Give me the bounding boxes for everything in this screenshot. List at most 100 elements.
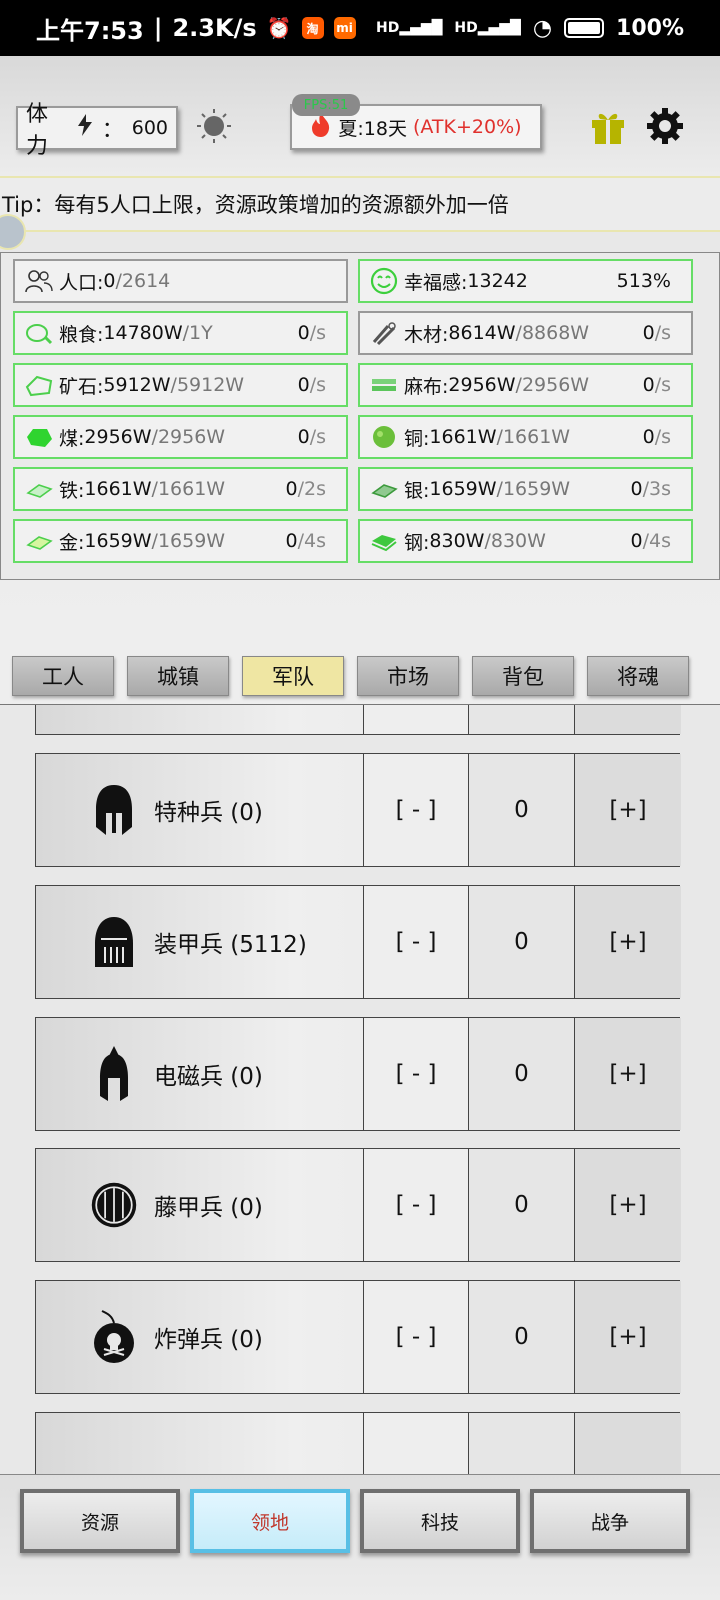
resource-wood[interactable]: 木材: 8614W/8868W 0/s (358, 311, 693, 355)
resource-ore[interactable]: 矿石: 5912W/5912W 0/s (13, 363, 348, 407)
resource-name: 麻布: (404, 375, 449, 398)
train-count: 0 (468, 1018, 574, 1130)
resource-panel: 人口: 0/2614 幸福感: 13242 513% 粮食: 14780W/1Y 0/s 木材:… (0, 252, 720, 580)
resource-name: 人口: (59, 271, 104, 294)
resource-food[interactable]: 粮食: 14780W/1Y 0/s (13, 311, 348, 355)
resource-cap: /2956W (515, 374, 590, 396)
army-row (35, 1412, 681, 1474)
unit-info[interactable] (36, 705, 363, 734)
food-icon (25, 319, 53, 347)
army-row: 藤甲兵 (0) [ - ] 0 [+] (35, 1148, 681, 1262)
tab-0[interactable]: 工人 (12, 656, 114, 696)
resource-value: 13242 (467, 270, 528, 292)
decrease-button[interactable]: [ - ] (363, 886, 468, 998)
resource-rate: 0/2s (285, 478, 326, 500)
unit-info[interactable]: 特种兵 (0) (36, 754, 363, 866)
decrease-button[interactable] (363, 705, 468, 734)
army-list[interactable]: 特种兵 (0)[ - ] 0 [+] 装甲兵 (5112)[ - ] 0 [+] 电磁兵 (… (0, 704, 720, 1474)
resource-name: 粮食: (59, 323, 104, 346)
tab-4[interactable]: 背包 (472, 656, 574, 696)
unit-info[interactable]: 炸弹兵 (0) (36, 1281, 363, 1393)
resource-cap: /5912W (170, 374, 245, 396)
increase-button[interactable]: [+] (574, 1149, 681, 1261)
wood-icon (370, 319, 398, 347)
train-count (468, 1413, 574, 1474)
resource-name: 矿石: (59, 375, 104, 398)
decrease-button[interactable]: [ - ] (363, 1281, 468, 1393)
resource-percent: 513% (616, 270, 671, 292)
ore-icon (25, 371, 53, 399)
increase-button[interactable]: [+] (574, 1281, 681, 1393)
stamina-sep: ： (101, 118, 124, 143)
tab-3[interactable]: 市场 (357, 656, 459, 696)
gift-icon[interactable] (588, 106, 628, 146)
resource-cap: /2956W (151, 426, 226, 448)
nav-button-1[interactable]: 领地 (190, 1489, 350, 1553)
nav-button-3[interactable]: 战争 (530, 1489, 690, 1553)
resource-rate: 0/4s (285, 530, 326, 552)
increase-button[interactable] (574, 1413, 681, 1474)
signal-icon-2: HD▂▄▆█ (454, 20, 521, 36)
network-speed: 2.3K/s (172, 14, 257, 42)
tab-5[interactable]: 将魂 (587, 656, 689, 696)
iron-icon (25, 475, 53, 503)
resource-rate: 0/s (297, 426, 326, 448)
resource-cap: /8868W (515, 322, 590, 344)
resource-name: 金: (59, 531, 85, 554)
increase-button[interactable]: [+] (574, 886, 681, 998)
nav-button-0[interactable]: 资源 (20, 1489, 180, 1553)
army-row: 炸弹兵 (0) [ - ] 0 [+] (35, 1280, 681, 1394)
nav-button-2[interactable]: 科技 (360, 1489, 520, 1553)
tip-banner: Tip：每有5人口上限，资源政策增加的资源额外加一倍 (0, 176, 720, 232)
unit-info[interactable] (36, 1413, 363, 1474)
smile-icon (370, 267, 398, 295)
resource-cap: /1661W (151, 478, 226, 500)
resource-value: 1659W (84, 530, 152, 552)
resource-cap: /1661W (496, 426, 571, 448)
mi-badge-icon: mi (333, 17, 356, 39)
resource-name: 银: (404, 479, 430, 502)
army-row: 装甲兵 (5112) [ - ] 0 [+] (35, 885, 681, 999)
tab-1[interactable]: 城镇 (127, 656, 229, 696)
resource-gold[interactable]: 金: 1659W/1659W 0/4s (13, 519, 348, 563)
unit-info[interactable]: 藤甲兵 (0) (36, 1149, 363, 1261)
sun-icon[interactable] (196, 108, 232, 144)
status-bar: 上午7:53 | 2.3K/s ⏰ 淘 mi HD▂▄▆█ HD▂▄▆█ ◔ 1… (0, 0, 720, 56)
resource-iron[interactable]: 铁: 1661W/1661W 0/2s (13, 467, 348, 511)
resource-cap: /830W (484, 530, 546, 552)
population-icon (25, 267, 53, 295)
decrease-button[interactable]: [ - ] (363, 1149, 468, 1261)
resource-cap: /1659W (151, 530, 226, 552)
increase-button[interactable] (574, 705, 681, 734)
decrease-button[interactable]: [ - ] (363, 1018, 468, 1130)
resource-population[interactable]: 人口: 0/2614 (13, 259, 348, 303)
alarm-icon: ⏰ (266, 16, 292, 40)
resource-silver[interactable]: 银: 1659W/1659W 0/3s (358, 467, 693, 511)
resource-cloth[interactable]: 麻布: 2956W/2956W 0/s (358, 363, 693, 407)
resource-coal[interactable]: 煤: 2956W/2956W 0/s (13, 415, 348, 459)
tab-2[interactable]: 军队 (242, 656, 344, 696)
unit-info[interactable]: 装甲兵 (5112) (36, 886, 363, 998)
spartan-helmet-icon (90, 780, 138, 840)
signal-icon: HD▂▄▆█ (375, 20, 443, 36)
knight-helmet-icon (90, 912, 138, 972)
resource-rate: 0/s (297, 374, 326, 396)
resource-value: 5912W (103, 374, 171, 396)
resource-value: 830W (429, 530, 485, 552)
unit-info[interactable]: 电磁兵 (0) (36, 1018, 363, 1130)
cloth-icon (370, 371, 398, 399)
wifi-icon: ◔ (532, 15, 553, 41)
resource-smile[interactable]: 幸福感: 13242 513% (358, 259, 693, 303)
season-bonus: (ATK+20%) (413, 116, 522, 138)
stamina-label: 体力 (26, 102, 49, 159)
partial-unit-icon (90, 705, 138, 708)
resource-copper[interactable]: 铜: 1661W/1661W 0/s (358, 415, 693, 459)
increase-button[interactable]: [+] (574, 1018, 681, 1130)
gear-icon[interactable] (645, 106, 685, 146)
resource-cap: /1Y (182, 322, 213, 344)
stamina-box[interactable]: 体力 ： 600 (16, 102, 178, 159)
decrease-button[interactable]: [ - ] (363, 754, 468, 866)
resource-steel[interactable]: 钢: 830W/830W 0/4s (358, 519, 693, 563)
increase-button[interactable]: [+] (574, 754, 681, 866)
decrease-button[interactable] (363, 1413, 468, 1474)
